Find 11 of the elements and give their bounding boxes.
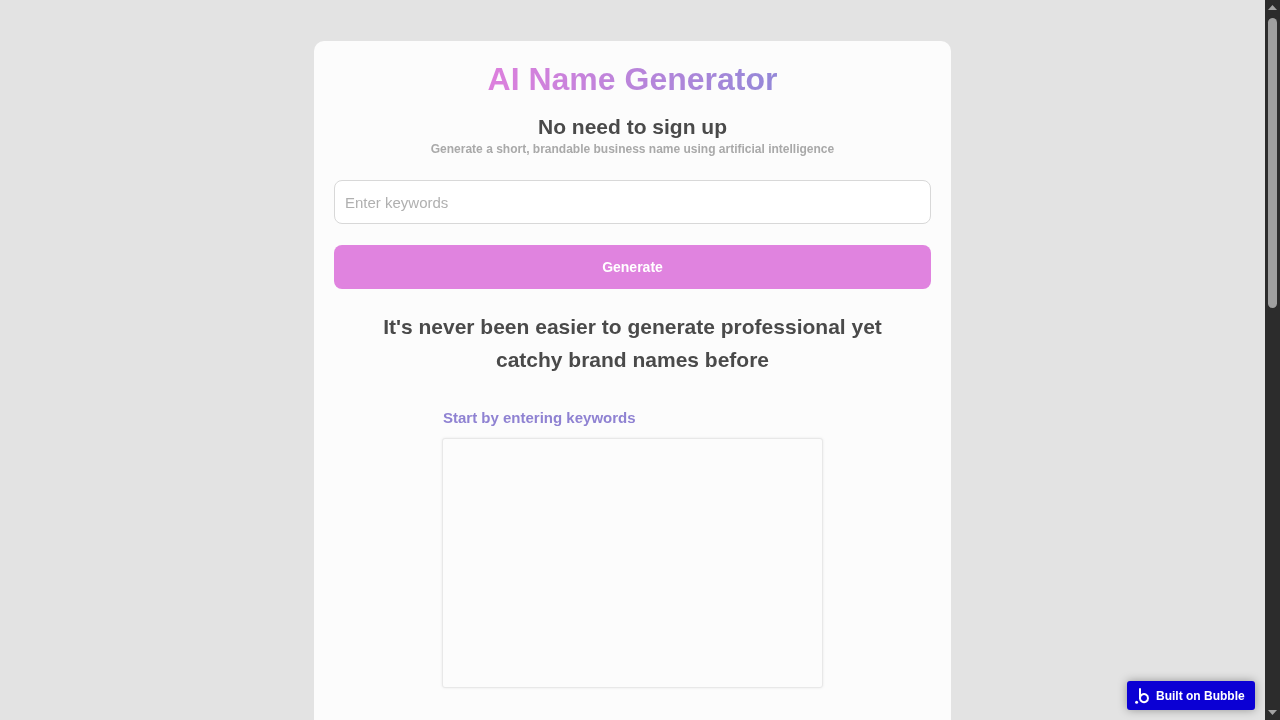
scrollbar-thumb[interactable]: [1268, 18, 1277, 308]
scrollbar[interactable]: [1265, 0, 1280, 720]
results-label: Start by entering keywords: [443, 408, 636, 428]
bubble-logo-icon: [1135, 687, 1149, 704]
scroll-down-icon[interactable]: [1268, 710, 1277, 715]
tagline: It's never been easier to generate professional yet catchy brand names before: [382, 314, 883, 373]
keywords-input[interactable]: Enter keywords: [334, 180, 931, 224]
description: Generate a short, brandable business name using artificial intelligence: [430, 141, 835, 157]
subtitle: No need to sign up: [538, 114, 727, 140]
scroll-up-icon[interactable]: [1268, 5, 1277, 10]
built-on-bubble-badge[interactable]: Built on Bubble: [1127, 681, 1255, 710]
